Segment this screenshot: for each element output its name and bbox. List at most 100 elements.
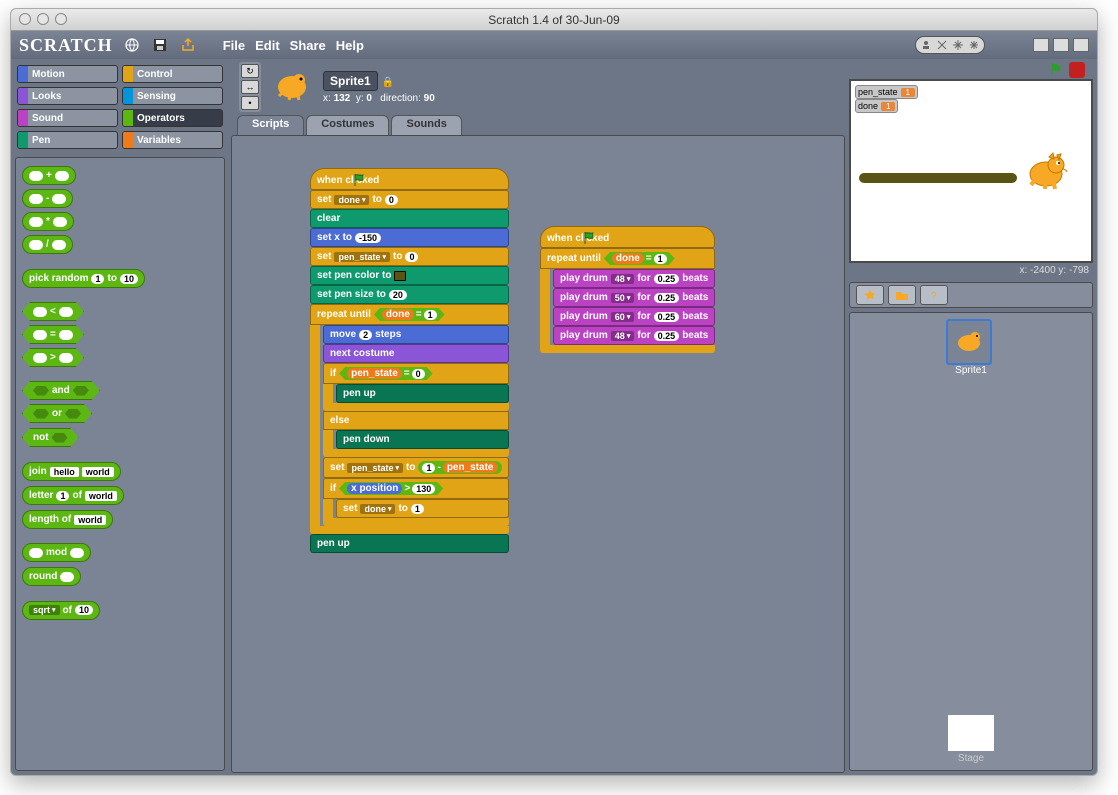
zoom-button[interactable] — [55, 13, 67, 25]
length-of-block[interactable]: length ofworld — [22, 510, 113, 529]
penstate-eq-0-condition[interactable]: pen_state = 0 — [339, 367, 433, 380]
set-penstate-expr-block[interactable]: setpen_stateto 1- pen_state — [323, 457, 509, 478]
random-sprite-button[interactable]: ? — [920, 285, 948, 305]
done-eq-1-condition[interactable]: done = 1 — [374, 308, 445, 321]
op-times-block[interactable]: * — [22, 212, 74, 231]
view-normal-button[interactable] — [1053, 38, 1069, 52]
toolbar-pill[interactable] — [915, 36, 985, 54]
set-penstate-0-block[interactable]: setpen_stateto0 — [310, 247, 509, 266]
category-sound[interactable]: Sound — [17, 109, 118, 127]
color-swatch[interactable] — [394, 271, 406, 281]
category-operators[interactable]: Operators — [122, 109, 223, 127]
play-drum-48-block[interactable]: play drum48for0.25beats — [553, 269, 715, 288]
xpos-gt-condition[interactable]: x position > 130 — [339, 482, 443, 495]
monitor-done[interactable]: done1 — [855, 99, 898, 113]
else-block[interactable]: else — [323, 411, 509, 430]
green-flag-button[interactable]: ⚑ — [1049, 60, 1063, 80]
pick-random-block[interactable]: pick random1to10 — [22, 269, 145, 288]
if-block[interactable]: if pen_state = 0 — [323, 363, 509, 384]
category-looks[interactable]: Looks — [17, 87, 118, 105]
pen-up-final-block[interactable]: pen up — [310, 534, 509, 553]
op-or-block[interactable]: or — [22, 404, 92, 423]
category-pen[interactable]: Pen — [17, 131, 118, 149]
grow-icon[interactable] — [952, 39, 964, 51]
category-motion[interactable]: Motion — [17, 65, 118, 83]
op-not-block[interactable]: not — [22, 428, 79, 447]
stage-view[interactable]: pen_state1 done1 — [849, 79, 1093, 263]
set-done-1-block[interactable]: setdoneto1 — [336, 499, 509, 518]
language-icon[interactable] — [123, 36, 141, 54]
join-block[interactable]: joinhelloworld — [22, 462, 121, 481]
sprite-item[interactable]: Sprite1 — [946, 319, 996, 376]
set-pen-size-block[interactable]: set pen size to20 — [310, 285, 509, 304]
tab-scripts[interactable]: Scripts — [237, 115, 304, 135]
pen-down-block[interactable]: pen down — [336, 430, 509, 449]
rotate-none-button[interactable]: • — [241, 96, 259, 110]
block-palette: + - * / pick random1to10 < = > and or no… — [15, 157, 225, 771]
repeat-until-block-2[interactable]: repeat until done = 1 — [540, 248, 715, 269]
tab-sounds[interactable]: Sounds — [391, 115, 461, 135]
set-done-0-block[interactable]: setdoneto0 — [310, 190, 509, 209]
choose-sprite-file-button[interactable] — [888, 285, 916, 305]
round-block[interactable]: round — [22, 567, 81, 586]
letter-of-block[interactable]: letter1ofworld — [22, 486, 124, 505]
category-sensing[interactable]: Sensing — [122, 87, 223, 105]
op-plus-block[interactable]: + — [22, 166, 76, 185]
op-and-block[interactable]: and — [22, 381, 100, 400]
play-drum-50-block[interactable]: play drum50for0.25beats — [553, 288, 715, 307]
paint-new-sprite-button[interactable] — [856, 285, 884, 305]
subtract-expr[interactable]: 1- pen_state — [418, 461, 501, 474]
menu-edit[interactable]: Edit — [255, 38, 280, 53]
script-stack-1[interactable]: when clicked setdoneto0 clear set x to-1… — [310, 168, 509, 553]
scripts-area[interactable]: when clicked setdoneto0 clear set x to-1… — [231, 135, 845, 773]
shrink-icon[interactable] — [968, 39, 980, 51]
op-minus-block[interactable]: - — [22, 189, 73, 208]
repeat-until-block[interactable]: repeat until done = 1 — [310, 304, 509, 325]
stop-button[interactable] — [1069, 62, 1085, 78]
move-steps-block[interactable]: move2steps — [323, 325, 509, 344]
svg-text:?: ? — [931, 291, 937, 302]
pen-up-block[interactable]: pen up — [336, 384, 509, 403]
stage-sprite-cat[interactable] — [1021, 149, 1071, 199]
cut-icon[interactable] — [936, 39, 948, 51]
set-x-block[interactable]: set x to-150 — [310, 228, 509, 247]
category-control[interactable]: Control — [122, 65, 223, 83]
set-pen-color-block[interactable]: set pen color to — [310, 266, 509, 285]
titlebar: Scratch 1.4 of 30-Jun-09 — [11, 9, 1097, 31]
sprite-name-field[interactable]: Sprite1 — [323, 71, 378, 91]
stamp-icon[interactable] — [920, 39, 932, 51]
green-flag-icon — [583, 231, 597, 245]
done-eq-1-condition-2[interactable]: done = 1 — [604, 252, 675, 265]
rotate-leftright-button[interactable]: ↔ — [241, 80, 259, 94]
save-icon[interactable] — [151, 36, 169, 54]
sqrt-of-block[interactable]: sqrtof10 — [22, 601, 100, 620]
view-small-stage-button[interactable] — [1033, 38, 1049, 52]
close-button[interactable] — [19, 13, 31, 25]
share-upload-icon[interactable] — [179, 36, 197, 54]
op-eq-block[interactable]: = — [22, 325, 84, 344]
rotate-free-button[interactable]: ↻ — [241, 64, 259, 78]
tab-costumes[interactable]: Costumes — [306, 115, 389, 135]
menu-file[interactable]: File — [223, 38, 245, 53]
op-gt-block[interactable]: > — [22, 348, 84, 367]
op-div-block[interactable]: / — [22, 235, 73, 254]
next-costume-block[interactable]: next costume — [323, 344, 509, 363]
when-flag-clicked-block[interactable]: when clicked — [310, 168, 509, 190]
monitor-pen-state[interactable]: pen_state1 — [855, 85, 918, 99]
play-drum-48b-block[interactable]: play drum48for0.25beats — [553, 326, 715, 345]
op-lt-block[interactable]: < — [22, 302, 84, 321]
category-variables[interactable]: Variables — [122, 131, 223, 149]
menu-help[interactable]: Help — [336, 38, 364, 53]
clear-block[interactable]: clear — [310, 209, 509, 228]
menu-share[interactable]: Share — [290, 38, 326, 53]
play-drum-60-block[interactable]: play drum60for0.25beats — [553, 307, 715, 326]
lock-icon[interactable]: 🔒 — [382, 77, 394, 88]
when-flag-clicked-block-2[interactable]: when clicked — [540, 226, 715, 248]
script-stack-2[interactable]: when clicked repeat until done = 1 play … — [540, 226, 715, 353]
minimize-button[interactable] — [37, 13, 49, 25]
mod-block[interactable]: mod — [22, 543, 91, 562]
stage-item[interactable]: Stage — [948, 715, 994, 764]
if-xpos-block[interactable]: if x position > 130 — [323, 478, 509, 499]
palette-column: Motion Control Looks Sensing Sound Opera… — [11, 59, 229, 775]
view-presentation-button[interactable] — [1073, 38, 1089, 52]
